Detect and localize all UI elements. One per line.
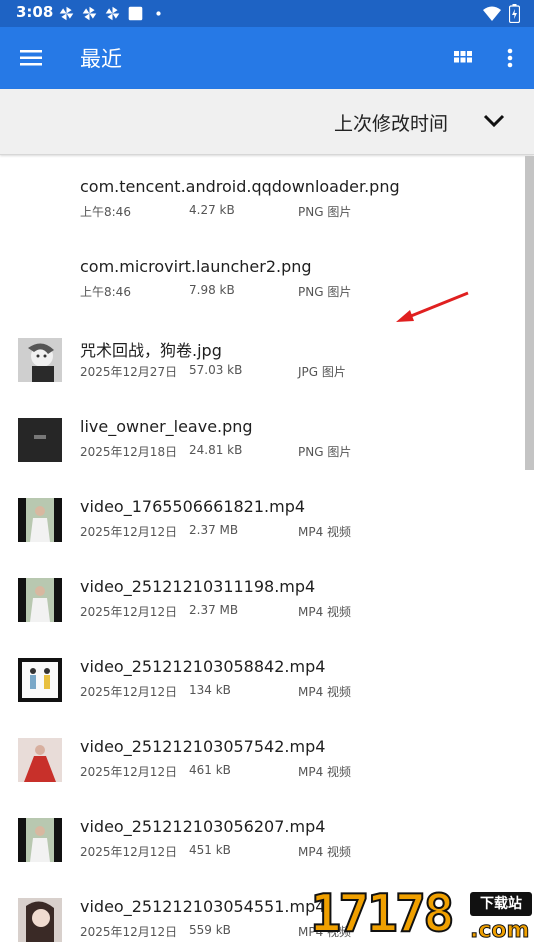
scrollbar-thumb[interactable] — [525, 156, 534, 470]
wifi-icon — [483, 6, 501, 21]
file-thumbnail — [18, 578, 62, 622]
list-item[interactable]: video_251212103056207.mp4 2025年12月12日 45… — [0, 796, 524, 876]
file-type: MP4 视频 — [298, 765, 352, 779]
pinwheel-icon — [82, 6, 97, 21]
file-date: 2025年12月18日 — [80, 445, 178, 459]
chevron-down-icon[interactable] — [482, 111, 506, 131]
file-name: video_251212103057542.mp4 — [80, 737, 326, 756]
status-time: 3:08 — [16, 3, 54, 21]
file-size: 57.03 kB — [189, 363, 243, 377]
watermark-domain: .com — [469, 918, 530, 944]
file-type: PNG 图片 — [298, 205, 352, 219]
file-name: video_251212103056207.mp4 — [80, 817, 326, 836]
dot-icon — [156, 11, 161, 16]
file-thumbnail — [18, 498, 62, 542]
watermark-logo: 17178 下载站 .com — [309, 882, 534, 950]
status-right-icons — [483, 4, 520, 23]
list-item[interactable]: live_owner_leave.png 2025年12月18日 24.81 k… — [0, 396, 524, 476]
file-thumbnail — [18, 738, 62, 782]
watermark-logo-text: 17178 — [309, 883, 456, 945]
list-item[interactable]: video_251212103057542.mp4 2025年12月12日 46… — [0, 716, 524, 796]
file-thumbnail — [18, 418, 62, 462]
app-bar: 最近 — [0, 27, 534, 89]
file-date: 2025年12月12日 — [80, 765, 178, 779]
pinwheel-icon — [105, 6, 120, 21]
file-date: 2025年12月12日 — [80, 925, 178, 939]
file-thumbnail — [18, 898, 62, 942]
file-date: 2025年12月12日 — [80, 605, 178, 619]
file-name: video_25121210311198.mp4 — [80, 577, 316, 596]
file-size: 2.37 MB — [189, 603, 239, 617]
file-type: JPG 图片 — [298, 365, 346, 379]
file-name: video_1765506661821.mp4 — [80, 497, 306, 516]
list-item[interactable]: video_251212103058842.mp4 2025年12月12日 13… — [0, 636, 524, 716]
list-item[interactable]: video_1765506661821.mp4 2025年12月12日 2.37… — [0, 476, 524, 556]
file-size: 461 kB — [189, 763, 231, 777]
file-size: 134 kB — [189, 683, 231, 697]
notification-icons — [58, 5, 167, 22]
file-date: 2025年12月12日 — [80, 525, 178, 539]
square-icon — [128, 6, 143, 21]
file-name: com.tencent.android.qqdownloader.png — [80, 177, 400, 196]
sort-dropdown[interactable]: 上次修改时间 — [0, 89, 534, 155]
file-thumbnail — [18, 818, 62, 862]
file-name: video_251212103054551.mp4 — [80, 897, 326, 916]
file-type: MP4 视频 — [298, 525, 352, 539]
file-name: live_owner_leave.png — [80, 417, 253, 436]
file-size: 7.98 kB — [189, 283, 235, 297]
sort-label: 上次修改时间 — [333, 113, 448, 135]
more-vert-icon[interactable] — [498, 44, 522, 72]
file-size: 451 kB — [189, 843, 231, 857]
pinwheel-icon — [59, 6, 74, 21]
file-type: MP4 视频 — [298, 685, 352, 699]
status-bar: 3:08 — [0, 0, 534, 27]
file-date: 上午8:46 — [80, 205, 131, 219]
file-thumbnail — [18, 338, 62, 382]
file-size: 24.81 kB — [189, 443, 243, 457]
file-list: com.tencent.android.qqdownloader.png 上午8… — [0, 156, 534, 950]
file-name: com.microvirt.launcher2.png — [80, 257, 312, 276]
hamburger-menu-icon[interactable] — [16, 44, 46, 72]
file-thumbnail — [18, 658, 62, 702]
watermark-tag: 下载站 — [470, 892, 532, 916]
list-item[interactable]: com.tencent.android.qqdownloader.png 上午8… — [0, 156, 524, 236]
file-size: 2.37 MB — [189, 523, 239, 537]
file-name: video_251212103058842.mp4 — [80, 657, 326, 676]
annotation-arrow-icon — [396, 291, 469, 322]
list-item[interactable]: video_25121210311198.mp4 2025年12月12日 2.3… — [0, 556, 524, 636]
file-size: 559 kB — [189, 923, 231, 937]
file-type: PNG 图片 — [298, 445, 352, 459]
file-size: 4.27 kB — [189, 203, 235, 217]
file-type: MP4 视频 — [298, 845, 352, 859]
file-name: 咒术回战，狗卷.jpg — [80, 341, 222, 360]
file-date: 上午8:46 — [80, 285, 131, 299]
grid-view-icon[interactable] — [450, 46, 476, 70]
file-date: 2025年12月12日 — [80, 685, 178, 699]
file-type: PNG 图片 — [298, 285, 352, 299]
battery-charging-icon — [509, 4, 520, 23]
file-type: MP4 视频 — [298, 605, 352, 619]
page-title: 最近 — [80, 47, 122, 71]
list-item[interactable]: 咒术回战，狗卷.jpg 2025年12月27日 57.03 kB JPG 图片 — [0, 316, 524, 396]
file-date: 2025年12月27日 — [80, 365, 178, 379]
file-date: 2025年12月12日 — [80, 845, 178, 859]
